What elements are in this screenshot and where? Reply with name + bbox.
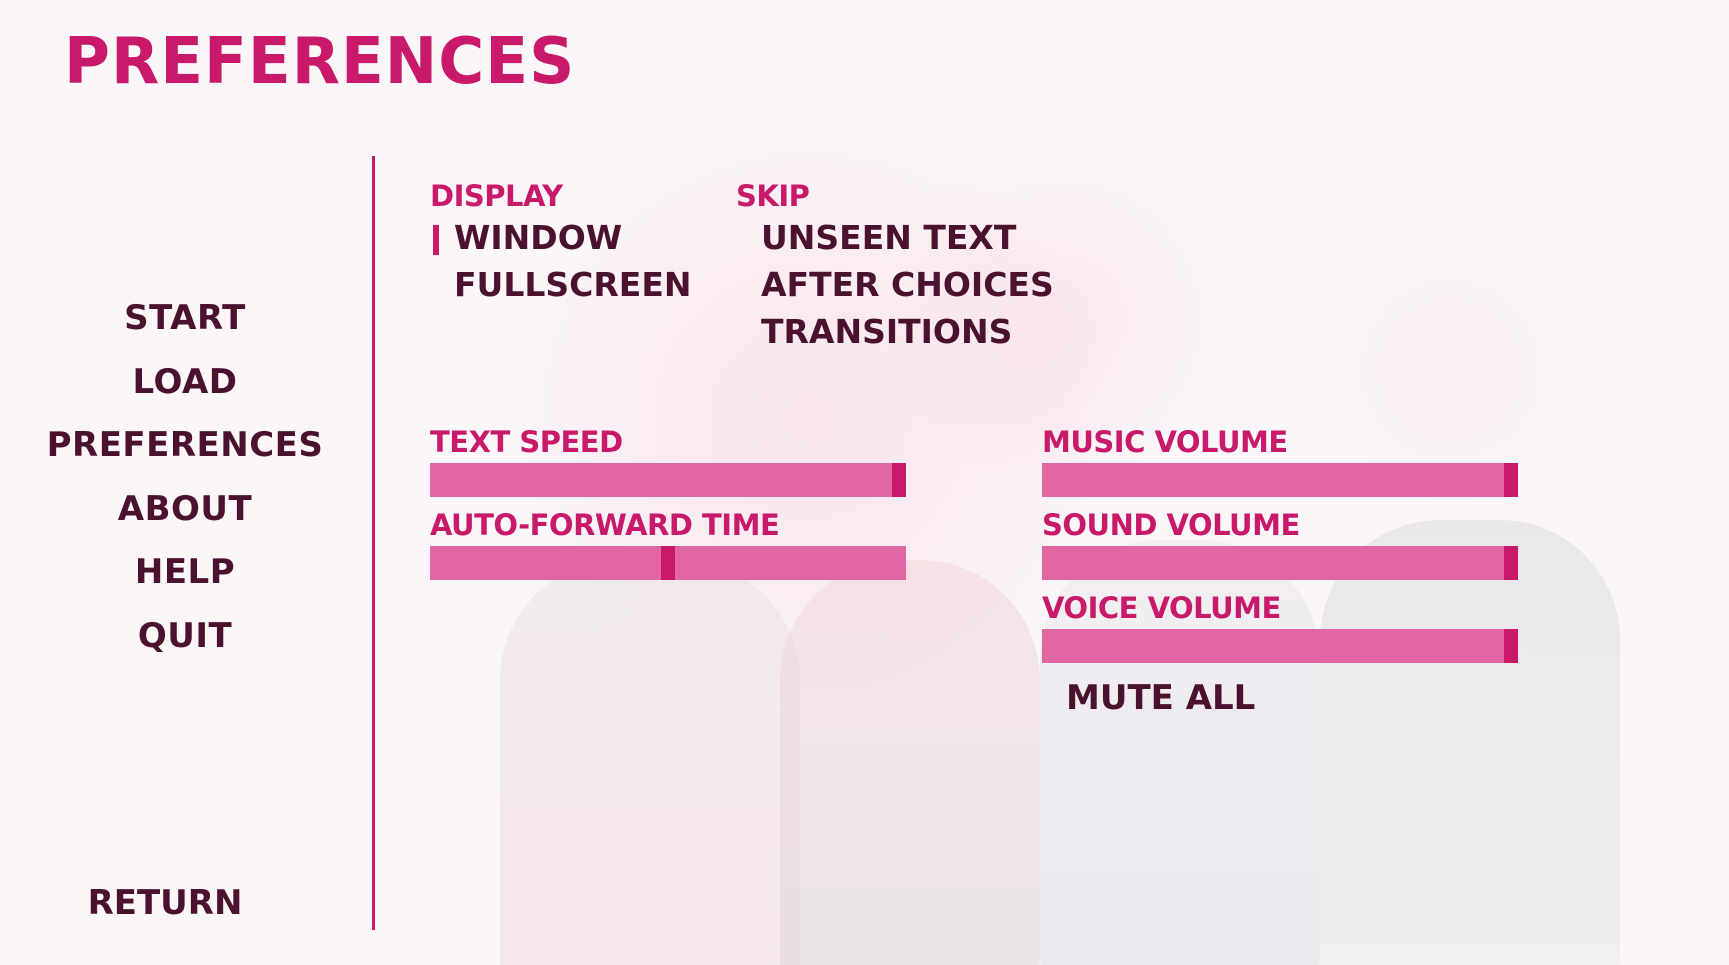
- voice-volume-slider-thumb[interactable]: [1503, 629, 1518, 663]
- return-button[interactable]: RETURN: [60, 881, 270, 925]
- auto-forward-time-slider-thumb[interactable]: [661, 546, 675, 580]
- sound-volume-label: SOUND VOLUME: [1042, 508, 1300, 542]
- menu-item-quit[interactable]: QUIT: [0, 614, 370, 678]
- text-speed-slider[interactable]: [430, 463, 906, 497]
- main-menu: START LOAD PREFERENCES ABOUT HELP QUIT: [0, 296, 370, 677]
- text-speed-label: TEXT SPEED: [430, 425, 623, 459]
- skip-label: SKIP: [736, 179, 810, 213]
- sound-volume-slider[interactable]: [1042, 546, 1518, 580]
- menu-item-help[interactable]: HELP: [0, 550, 370, 614]
- music-volume-slider-thumb[interactable]: [1503, 463, 1518, 497]
- skip-option-unseen-text[interactable]: UNSEEN TEXT: [761, 218, 1016, 258]
- sound-volume-slider-thumb[interactable]: [1503, 546, 1518, 580]
- text-speed-slider-thumb[interactable]: [891, 463, 906, 497]
- menu-divider: [372, 156, 375, 930]
- music-volume-label: MUSIC VOLUME: [1042, 425, 1288, 459]
- menu-item-load[interactable]: LOAD: [0, 360, 370, 424]
- menu-item-preferences[interactable]: PREFERENCES: [0, 423, 370, 487]
- display-label: DISPLAY: [430, 179, 563, 213]
- skip-option-transitions[interactable]: TRANSITIONS: [761, 312, 1012, 352]
- menu-item-about[interactable]: ABOUT: [0, 487, 370, 551]
- voice-volume-label: VOICE VOLUME: [1042, 591, 1281, 625]
- display-option-window[interactable]: WINDOW: [454, 218, 622, 258]
- page-title: PREFERENCES: [64, 25, 576, 99]
- music-volume-slider[interactable]: [1042, 463, 1518, 497]
- mute-all-button[interactable]: MUTE ALL: [1066, 678, 1255, 718]
- auto-forward-time-label: AUTO-FORWARD TIME: [430, 508, 780, 542]
- auto-forward-time-slider[interactable]: [430, 546, 906, 580]
- voice-volume-slider[interactable]: [1042, 629, 1518, 663]
- display-option-fullscreen[interactable]: FULLSCREEN: [454, 265, 692, 305]
- menu-item-start[interactable]: START: [0, 296, 370, 360]
- skip-option-after-choices[interactable]: AFTER CHOICES: [761, 265, 1054, 305]
- selected-marker: [433, 225, 439, 255]
